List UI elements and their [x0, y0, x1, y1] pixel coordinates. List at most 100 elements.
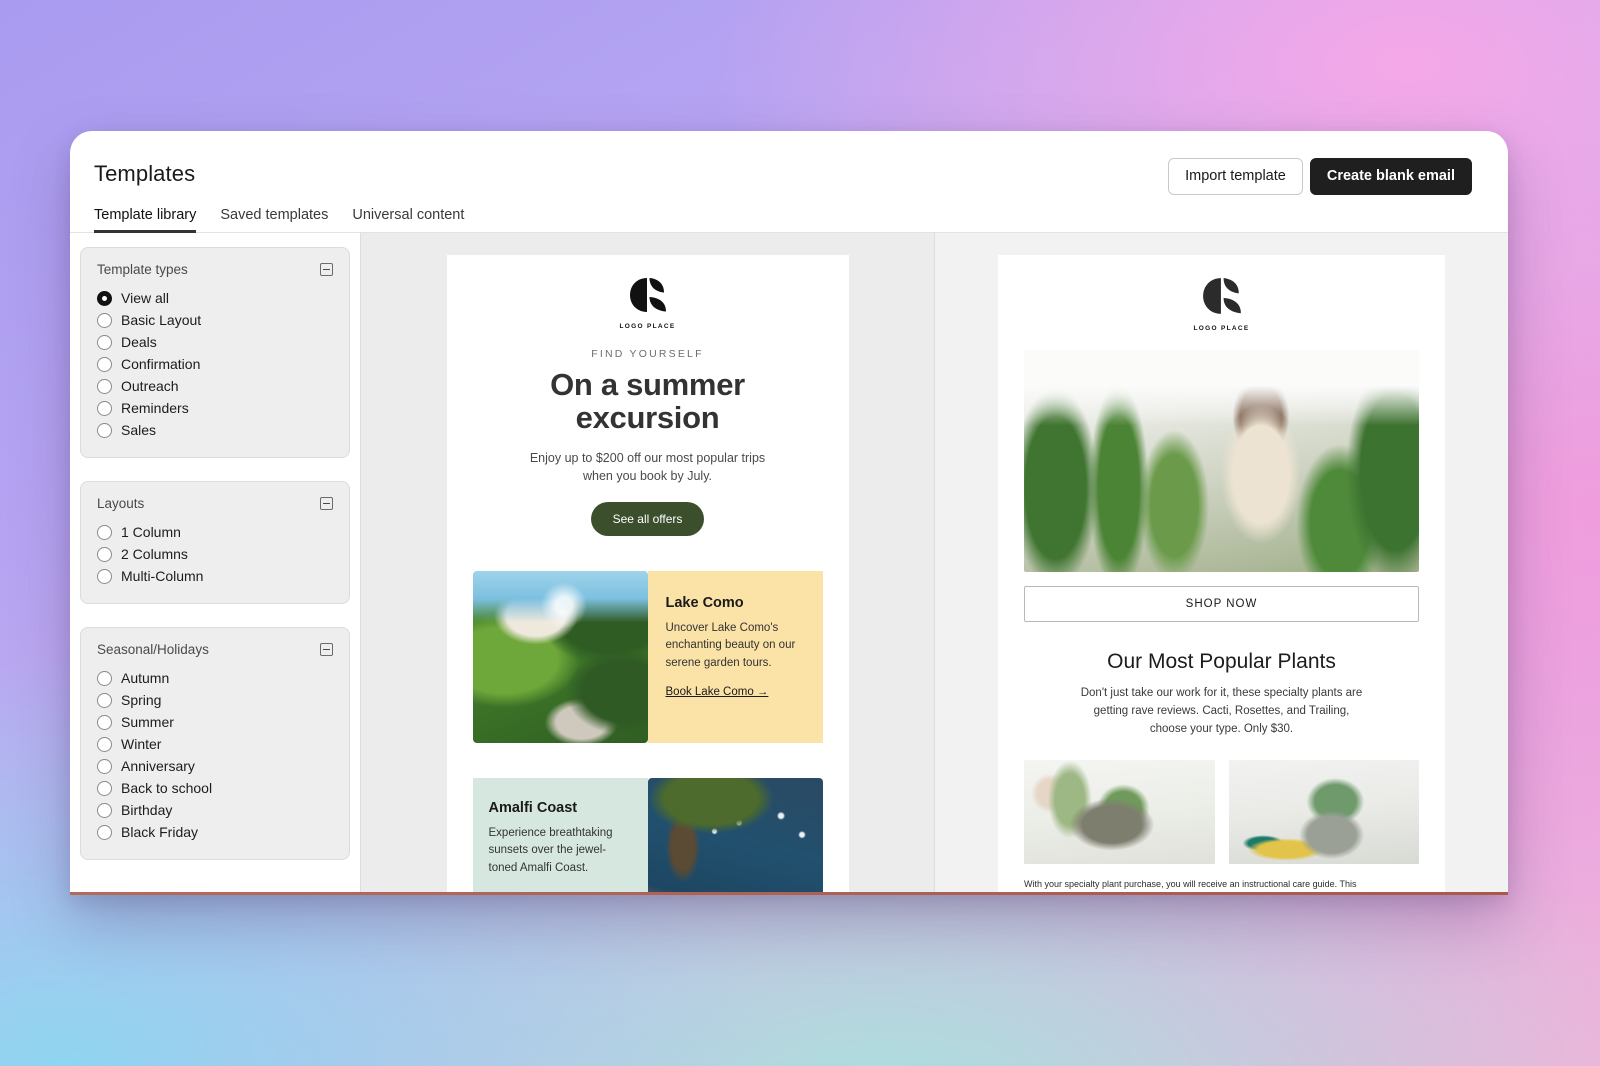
filter-option-label: 1 Column [121, 524, 181, 540]
filter-option-label: Winter [121, 736, 162, 752]
filter-group-seasonal-holidays: Seasonal/Holidays Autumn Spring Summer W… [80, 627, 350, 860]
radio-icon[interactable] [97, 334, 112, 350]
radio-icon[interactable] [97, 736, 112, 752]
window-bottom-accent [70, 892, 1508, 895]
destination-text: Uncover Lake Como's enchanting beauty on… [665, 622, 796, 669]
collapse-minus-icon[interactable] [320, 643, 333, 656]
app-body: Template types View all Basic Layout Dea… [70, 233, 1508, 895]
watering-succulent-bowl-photo [1024, 760, 1215, 865]
filter-group-title: Layouts [97, 496, 145, 511]
filter-option-label: Black Friday [121, 824, 199, 840]
logo-place-label: LOGO PLACE [619, 323, 676, 330]
filter-group-template-types: Template types View all Basic Layout Dea… [80, 247, 350, 458]
import-template-button[interactable]: Import template [1168, 158, 1303, 195]
collapse-minus-icon[interactable] [320, 497, 333, 510]
filter-group-title: Template types [97, 262, 188, 277]
filter-option-outreach[interactable]: Outreach [97, 375, 333, 397]
filter-option-autumn[interactable]: Autumn [97, 667, 333, 689]
radio-icon[interactable] [97, 378, 112, 394]
create-blank-email-button[interactable]: Create blank email [1309, 158, 1472, 195]
radio-icon[interactable] [97, 824, 112, 840]
radio-icon[interactable] [97, 312, 112, 328]
destination-text: Experience breathtaking sunsets over the… [488, 827, 613, 874]
leaf-logo-icon [1201, 277, 1243, 322]
radio-icon[interactable] [97, 692, 112, 708]
potted-cactus-photo [1228, 760, 1419, 865]
filter-option-label: Anniversary [121, 758, 195, 774]
headline-line-2: excursion [575, 400, 720, 436]
filter-option-back-to-school[interactable]: Back to school [97, 777, 333, 799]
destination-title: Amalfi Coast [488, 800, 578, 817]
radio-icon[interactable] [97, 546, 112, 562]
filter-option-label: View all [121, 290, 169, 306]
template-preview-grid: LOGO PLACE FIND YOURSELF On a summer exc… [70, 233, 1508, 895]
book-lake-como-link[interactable]: Book Lake Como → [666, 686, 769, 698]
template-b-fineprint: With your specialty plant purchase, you … [1024, 879, 1357, 890]
tab-universal-content[interactable]: Universal content [352, 203, 464, 232]
app-header: Templates Import template Create blank e… [70, 131, 1508, 195]
filter-option-basic-layout[interactable]: Basic Layout [97, 309, 333, 331]
amalfi-coast-copy: Amalfi Coast Experience breathtaking sun… [472, 778, 648, 892]
headline-line-1: On a summer [550, 367, 745, 402]
filter-option-sales[interactable]: Sales [97, 419, 333, 441]
radio-icon[interactable] [97, 356, 112, 372]
leaf-logo-icon [628, 277, 668, 320]
template-b-logo-block: LOGO PLACE [998, 255, 1445, 332]
app-window: Templates Import template Create blank e… [70, 131, 1508, 895]
filter-option-label: Autumn [121, 670, 170, 686]
radio-icon[interactable] [97, 714, 112, 730]
filter-option-anniversary[interactable]: Anniversary [97, 755, 333, 777]
radio-icon[interactable] [97, 400, 112, 416]
shop-now-button[interactable]: SHOP NOW [1024, 586, 1419, 622]
tab-template-library[interactable]: Template library [94, 203, 197, 233]
filter-option-confirmation[interactable]: Confirmation [97, 353, 333, 375]
lake-como-copy: Lake Como Uncover Lake Como's enchanting… [647, 571, 823, 744]
filter-option-birthday[interactable]: Birthday [97, 799, 333, 821]
template-a-eyebrow: FIND YOURSELF [591, 348, 704, 360]
filter-option-winter[interactable]: Winter [97, 733, 333, 755]
filter-option-label: Multi-Column [121, 568, 204, 584]
filter-group-title: Seasonal/Holidays [97, 642, 209, 657]
filter-option-black-friday[interactable]: Black Friday [97, 821, 333, 843]
radio-icon[interactable] [97, 568, 112, 584]
filter-option-label: Outreach [121, 378, 179, 394]
filter-option-multi-column[interactable]: Multi-Column [97, 565, 333, 587]
logo-place-label: LOGO PLACE [1193, 325, 1250, 332]
filter-option-view-all[interactable]: View all [97, 287, 333, 309]
template-a-logo-block: LOGO PLACE [447, 255, 849, 330]
filter-option-2-columns[interactable]: 2 Columns [97, 543, 333, 565]
collapse-minus-icon[interactable] [320, 263, 333, 276]
filter-option-1-column[interactable]: 1 Column [97, 521, 333, 543]
template-b-section-title: Our Most Popular Plants [1107, 650, 1336, 673]
filter-option-deals[interactable]: Deals [97, 331, 333, 353]
amalfi-coast-photo [647, 778, 823, 892]
filter-option-spring[interactable]: Spring [97, 689, 333, 711]
radio-icon[interactable] [97, 802, 112, 818]
template-card-popular-plants[interactable]: LOGO PLACE SHOP NOW Our Most Popular Pla… [998, 255, 1445, 892]
filter-option-label: Deals [121, 334, 157, 350]
header-actions: Import template Create blank email [1168, 158, 1472, 195]
template-card-summer-excursion[interactable]: LOGO PLACE FIND YOURSELF On a summer exc… [446, 255, 849, 892]
filter-option-label: Summer [121, 714, 174, 730]
filter-option-label: Back to school [121, 780, 213, 796]
filter-option-label: Birthday [121, 802, 173, 818]
radio-icon[interactable] [97, 780, 112, 796]
filter-option-summer[interactable]: Summer [97, 711, 333, 733]
filter-option-label: Basic Layout [121, 312, 202, 328]
greenhouse-woman-cactus-photo [1024, 350, 1419, 572]
destination-title: Lake Como [665, 595, 744, 612]
radio-icon[interactable] [97, 670, 112, 686]
radio-icon[interactable] [97, 422, 112, 438]
template-a-subcopy: Enjoy up to $200 off our most popular tr… [529, 450, 766, 484]
radio-icon[interactable] [97, 290, 112, 306]
tab-saved-templates[interactable]: Saved templates [220, 203, 328, 232]
filter-group-header: Template types [97, 262, 333, 277]
radio-icon[interactable] [97, 524, 112, 540]
radio-icon[interactable] [97, 758, 112, 774]
filter-option-reminders[interactable]: Reminders [97, 397, 333, 419]
destination-row-lake-como: Lake Como Uncover Lake Como's enchanting… [447, 571, 849, 744]
see-all-offers-button[interactable]: See all offers [590, 502, 705, 537]
template-b-section-copy: Don't just take our work for it, these s… [1080, 687, 1363, 735]
filter-group-header: Layouts [97, 496, 333, 511]
filter-group-header: Seasonal/Holidays [97, 642, 333, 657]
